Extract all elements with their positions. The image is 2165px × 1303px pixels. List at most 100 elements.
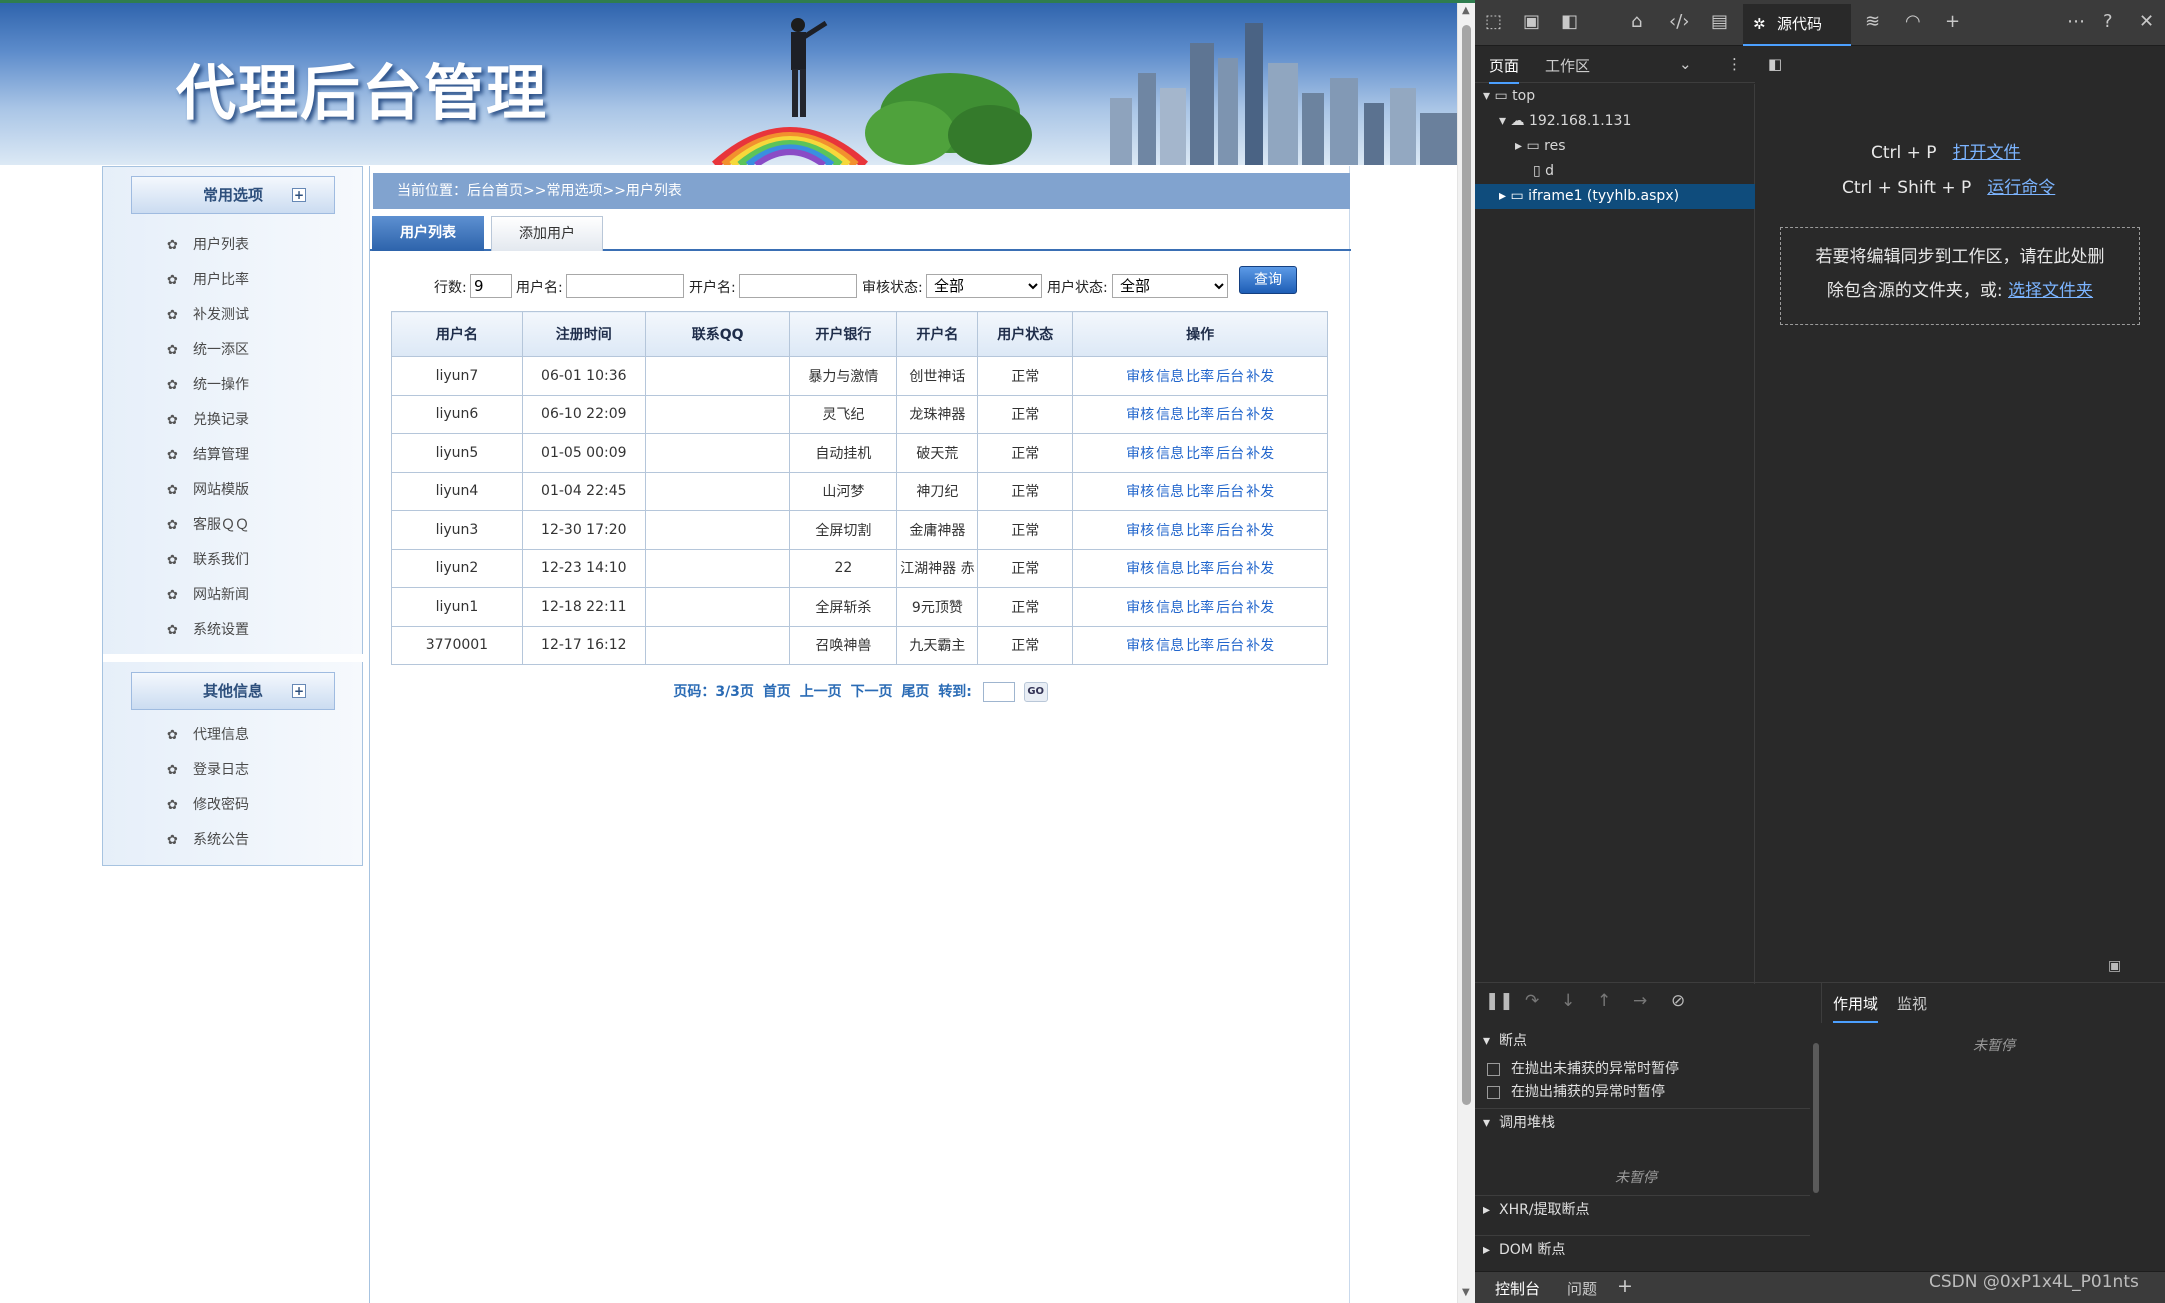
audit-link[interactable]: 审核 <box>1126 561 1154 577</box>
reissue-link[interactable]: 补发 <box>1246 484 1274 500</box>
subtab-page[interactable]: 页面 <box>1489 55 1520 84</box>
section-breakpoints[interactable]: ▾ 断点 <box>1475 1027 1810 1055</box>
scroll-down-icon[interactable]: ▼ <box>1462 1287 1470 1298</box>
add-drawer-tab-icon[interactable]: + <box>1617 1275 1633 1297</box>
reissue-link[interactable]: 补发 <box>1246 523 1274 539</box>
ratio-link[interactable]: 比率 <box>1186 446 1214 462</box>
info-link[interactable]: 信息 <box>1156 369 1184 385</box>
username-input[interactable] <box>566 274 684 298</box>
subtab-workspace[interactable]: 工作区 <box>1545 55 1590 76</box>
sidebar-item-login-log[interactable]: ✿ 登录日志 <box>103 753 364 788</box>
backend-link[interactable]: 后台 <box>1216 407 1244 423</box>
tab-console[interactable]: 控制台 <box>1495 1278 1540 1303</box>
reissue-link[interactable]: 补发 <box>1246 446 1274 462</box>
scroll-up-icon[interactable]: ▲ <box>1462 5 1470 16</box>
info-link[interactable]: 信息 <box>1156 600 1184 616</box>
info-link[interactable]: 信息 <box>1156 561 1184 577</box>
audit-link[interactable]: 审核 <box>1126 600 1154 616</box>
backend-link[interactable]: 后台 <box>1216 523 1244 539</box>
tab-watch[interactable]: 监视 <box>1897 993 1927 1014</box>
step-icon[interactable]: → <box>1633 991 1647 1011</box>
audit-link[interactable]: 审核 <box>1126 446 1154 462</box>
tab-sources[interactable]: ✲ 源代码 <box>1743 4 1851 46</box>
pause-caught-checkbox[interactable]: 在抛出捕获的异常时暂停 <box>1485 1081 1820 1103</box>
sidebar-item-reissue-test[interactable]: ✿ 补发测试 <box>103 298 364 333</box>
section-call-stack[interactable]: ▾ 调用堆栈 <box>1475 1108 1810 1136</box>
sidebar-item-support-qq[interactable]: ✿ 客服ＱＱ <box>103 508 364 543</box>
tab-issues[interactable]: 问题 <box>1567 1278 1597 1299</box>
sidebar-item-user-ratio[interactable]: ✿ 用户比率 <box>103 263 364 298</box>
ratio-link[interactable]: 比率 <box>1186 561 1214 577</box>
info-link[interactable]: 信息 <box>1156 638 1184 654</box>
sidebar-item-agent-info[interactable]: ✿ 代理信息 <box>103 718 364 753</box>
sidebar-item-redeem-log[interactable]: ✿ 兑换记录 <box>103 403 364 438</box>
dock-icon[interactable]: ◧ <box>1561 11 1578 32</box>
checkbox-box[interactable] <box>1487 1086 1500 1099</box>
next-page-link[interactable]: 下一页 <box>851 684 893 700</box>
network-icon[interactable]: ≋ <box>1865 11 1880 32</box>
ratio-link[interactable]: 比率 <box>1186 484 1214 500</box>
kebab-menu-icon[interactable]: ⋮ <box>1727 55 1742 73</box>
ratio-link[interactable]: 比率 <box>1186 600 1214 616</box>
opener-input[interactable] <box>739 274 857 298</box>
pause-icon[interactable]: ❚❚ <box>1485 991 1514 1011</box>
reissue-link[interactable]: 补发 <box>1246 407 1274 423</box>
sidebar-item-contact[interactable]: ✿ 联系我们 <box>103 543 364 578</box>
pause-uncaught-checkbox[interactable]: 在抛出未捕获的异常时暂停 <box>1485 1058 1820 1080</box>
backend-link[interactable]: 后台 <box>1216 484 1244 500</box>
sidebar-group-common[interactable]: 常用选项 + <box>131 176 335 214</box>
expand-plus-icon[interactable]: + <box>292 684 306 698</box>
backend-link[interactable]: 后台 <box>1216 369 1244 385</box>
chevron-down-icon[interactable]: ⌄ <box>1679 55 1692 73</box>
inspect-icon[interactable]: ⬚ <box>1485 11 1502 32</box>
step-into-icon[interactable]: ↓ <box>1561 991 1575 1011</box>
screenshot-icon[interactable]: ▣ <box>2108 958 2121 974</box>
sidebar-item-settings[interactable]: ✿ 系统设置 <box>103 613 364 648</box>
workspace-drop-zone[interactable]: 若要将编辑同步到工作区，请在此处删 除包含源的文件夹，或: 选择文件夹 <box>1780 227 2140 325</box>
backend-link[interactable]: 后台 <box>1216 446 1244 462</box>
info-link[interactable]: 信息 <box>1156 446 1184 462</box>
section-dom-breakpoints[interactable]: ▸ DOM 断点 <box>1475 1235 1810 1263</box>
deactivate-breakpoints-icon[interactable]: ⊘ <box>1671 991 1685 1011</box>
reissue-link[interactable]: 补发 <box>1246 638 1274 654</box>
audit-link[interactable]: 审核 <box>1126 369 1154 385</box>
reissue-link[interactable]: 补发 <box>1246 561 1274 577</box>
query-button[interactable]: 查询 <box>1239 266 1297 294</box>
sidebar-item-announcement[interactable]: ✿ 系统公告 <box>103 823 364 858</box>
tab-add-user[interactable]: 添加用户 <box>491 216 603 251</box>
sidebar-group-other[interactable]: 其他信息 + <box>131 672 335 710</box>
ratio-link[interactable]: 比率 <box>1186 638 1214 654</box>
sidebar-item-settlement[interactable]: ✿ 结算管理 <box>103 438 364 473</box>
reissue-link[interactable]: 补发 <box>1246 369 1274 385</box>
user-status-select[interactable]: 全部 <box>1112 274 1228 298</box>
sidebar-item-news[interactable]: ✿ 网站新闻 <box>103 578 364 613</box>
info-link[interactable]: 信息 <box>1156 523 1184 539</box>
tree-item-top[interactable]: ▾ ▭ top <box>1475 84 1755 109</box>
go-button[interactable]: GO <box>1023 682 1048 702</box>
ratio-link[interactable]: 比率 <box>1186 407 1214 423</box>
rows-input[interactable] <box>470 274 512 298</box>
run-command-link[interactable]: 运行命令 <box>1987 178 2055 198</box>
tab-scope[interactable]: 作用域 <box>1833 993 1879 1023</box>
info-link[interactable]: 信息 <box>1156 484 1184 500</box>
toggle-sidebar-icon[interactable]: ◧ <box>1768 55 1782 73</box>
more-icon[interactable]: ⋯ <box>2067 11 2085 32</box>
select-folder-link[interactable]: 选择文件夹 <box>2008 281 2093 301</box>
sidebar-item-unified-op[interactable]: ✿ 统一操作 <box>103 368 364 403</box>
reissue-link[interactable]: 补发 <box>1246 600 1274 616</box>
audit-link[interactable]: 审核 <box>1126 638 1154 654</box>
checkbox-box[interactable] <box>1487 1063 1500 1076</box>
debugger-scrollbar-thumb[interactable] <box>1813 1043 1819 1193</box>
console-icon[interactable]: ▤ <box>1711 11 1728 32</box>
expand-plus-icon[interactable]: + <box>292 188 306 202</box>
backend-link[interactable]: 后台 <box>1216 600 1244 616</box>
ratio-link[interactable]: 比率 <box>1186 369 1214 385</box>
page-scrollbar[interactable]: ▲ ▼ <box>1457 3 1475 1303</box>
elements-icon[interactable]: ‹/› <box>1669 11 1689 32</box>
tab-user-list[interactable]: 用户列表 <box>372 216 484 251</box>
backend-link[interactable]: 后台 <box>1216 638 1244 654</box>
audit-link[interactable]: 审核 <box>1126 484 1154 500</box>
help-icon[interactable]: ? <box>2103 11 2113 32</box>
first-page-link[interactable]: 首页 <box>763 684 791 700</box>
close-icon[interactable]: ✕ <box>2139 11 2154 32</box>
